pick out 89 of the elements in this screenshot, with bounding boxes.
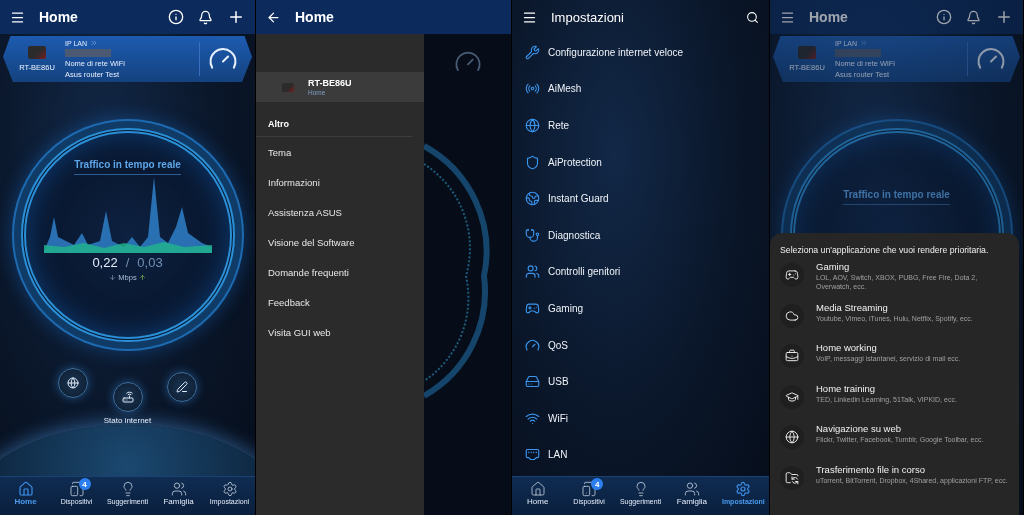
settings-item[interactable]: Controlli genitori [525, 253, 769, 291]
people-icon [683, 481, 700, 497]
gear-icon [735, 481, 752, 497]
nav-tab[interactable]: Home [512, 477, 564, 515]
people-icon [525, 264, 540, 280]
gamepad-icon [785, 268, 799, 282]
router-image [282, 82, 294, 92]
back-button[interactable] [266, 9, 281, 25]
house-icon [17, 481, 34, 497]
settings-item[interactable]: AiMesh [525, 70, 769, 108]
shield-icon [525, 154, 540, 170]
nav-tab[interactable]: Famiglia [666, 477, 718, 515]
edit-button[interactable] [167, 372, 197, 402]
redacted-bar [835, 49, 881, 57]
drawer-item[interactable]: Domande frequenti [256, 257, 424, 287]
screen-title: Home [809, 9, 849, 25]
ethernet-port-icon [525, 447, 540, 463]
people-icon [170, 481, 187, 497]
drawer-item[interactable]: Visione del Software [256, 227, 424, 257]
redacted-bar [65, 49, 111, 57]
download-icon [109, 274, 117, 281]
pen-icon [176, 381, 188, 393]
drawer-item[interactable]: Feedback [256, 287, 424, 317]
count-badge: 4 [591, 478, 604, 490]
settings-item[interactable]: USB [525, 363, 769, 400]
settings-item[interactable]: Gaming [525, 290, 769, 327]
nav-tab[interactable]: Famiglia [153, 477, 204, 515]
count-badge: 4 [78, 478, 91, 490]
router-image [798, 45, 816, 60]
drawer-item[interactable]: Visita GUI web [256, 317, 424, 347]
gamepad-icon [525, 300, 540, 316]
drawer-item[interactable]: Tema [256, 137, 424, 167]
gear-icon [221, 481, 238, 497]
reading-separator: / [125, 255, 130, 270]
devices-icon [581, 481, 598, 497]
screen-title: Impostazioni [551, 9, 625, 25]
dial-title: Traffico in tempo reale [843, 189, 950, 205]
screen-title: Home [39, 9, 79, 25]
upload-icon [138, 274, 146, 281]
menu-button[interactable] [780, 9, 795, 25]
add-button[interactable] [227, 8, 245, 26]
stethoscope-icon [525, 227, 540, 243]
drive-icon [525, 374, 540, 390]
wifi-icon [525, 410, 540, 426]
nav-tab[interactable]: Home [0, 477, 51, 515]
settings-item[interactable]: QoS [525, 326, 769, 364]
router-button[interactable] [112, 382, 143, 412]
folder-sync-icon [785, 470, 799, 485]
add-button[interactable] [995, 8, 1013, 26]
house-icon [529, 481, 546, 497]
status-label: Stato internet [103, 416, 152, 425]
notifications-button[interactable] [198, 9, 213, 25]
router-icon [121, 391, 134, 403]
info-button[interactable] [936, 9, 952, 25]
settings-item[interactable]: Diagnostica [525, 216, 769, 254]
sheet-prompt: Seleziona un'applicazione che vuoi rendere prioritaria. [780, 245, 990, 255]
gauge-icon [525, 337, 540, 353]
settings-item[interactable]: Rete [525, 107, 769, 144]
devices-icon [68, 481, 85, 497]
globe-button[interactable] [58, 368, 88, 398]
wrench-icon [525, 44, 540, 60]
search-button[interactable] [746, 10, 759, 24]
settings-item[interactable]: Configurazione internet veloce [525, 34, 769, 71]
briefcase-icon [785, 349, 799, 363]
earth-icon [525, 191, 540, 207]
download-reading: 0,22 [92, 255, 118, 270]
globe-icon [525, 118, 540, 133]
chevrons-icon [860, 39, 869, 47]
dial-title: Traffico in tempo reale [74, 159, 181, 175]
notifications-button[interactable] [966, 9, 981, 25]
graduation-cap-icon [785, 389, 799, 404]
cloud-icon [785, 308, 799, 323]
menu-button[interactable] [10, 9, 25, 25]
globe-icon [67, 377, 79, 389]
info-button[interactable] [168, 9, 184, 25]
chevrons-icon [90, 39, 99, 47]
drawer-item[interactable]: Assistenza ASUS [256, 197, 424, 227]
section-heading: Altro [256, 102, 412, 137]
router-model: RT-BE86U [308, 78, 352, 88]
settings-item[interactable]: LAN [525, 436, 769, 474]
globe-icon [785, 430, 799, 444]
settings-item[interactable]: Instant Guard [525, 180, 769, 217]
menu-button[interactable] [522, 9, 537, 25]
router-image [28, 45, 46, 60]
settings-item[interactable]: WiFi [525, 399, 769, 437]
settings-item[interactable]: AiProtection [525, 143, 769, 181]
drawer-item[interactable]: Informazioni [256, 167, 424, 197]
upload-reading: 0,03 [137, 255, 163, 270]
screen-title: Home [295, 9, 335, 25]
